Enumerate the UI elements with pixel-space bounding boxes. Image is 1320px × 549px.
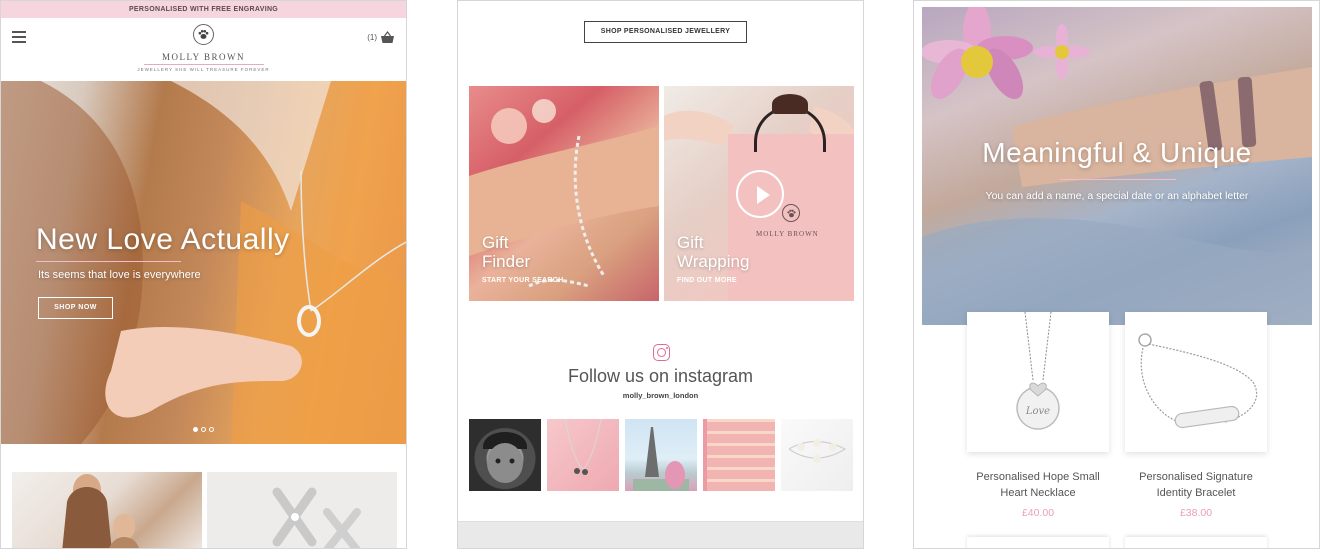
product-card-partial[interactable] (1125, 537, 1267, 548)
instagram-post-child-portrait[interactable] (469, 419, 541, 491)
mobile-screen-products: Meaningful & Unique You can add a name, … (913, 0, 1320, 549)
product-name-line1: Personalised Signature (1139, 471, 1253, 483)
carousel-dot[interactable] (201, 427, 206, 432)
instagram-icon[interactable] (653, 344, 670, 361)
bracelet-image (1138, 333, 1258, 429)
carousel-dots (193, 427, 214, 432)
bag-paw-logo-icon (782, 204, 800, 222)
product-name-line2: Identity Bracelet (1156, 487, 1236, 499)
hero-photo-woman-necklace (1, 81, 406, 444)
paw-logo-icon[interactable] (193, 24, 214, 45)
hero-divider (36, 261, 181, 262)
hero-title: New Love Actually (36, 223, 290, 256)
bag-brand-name: MOLLY BROWN (756, 230, 819, 238)
pendant-engraving: Love (1025, 406, 1050, 417)
menu-icon[interactable] (12, 31, 26, 43)
product-price: £38.00 (1179, 507, 1213, 519)
category-thumbnails (1, 444, 406, 548)
product-name: Personalised Signature Identity Bracelet (1125, 469, 1267, 501)
product-name-line2: Heart Necklace (1000, 487, 1076, 499)
photo-mother-daughter (62, 474, 139, 548)
product-card-partial[interactable] (967, 537, 1109, 548)
gift-wrapping-tile[interactable]: MOLLY BROWN Gift Wrapping FIND OUT MORE (664, 86, 854, 301)
mobile-screen-gifts: SHOP PERSONALISED JEWELLERY Gift Finder … (457, 0, 864, 549)
gift-wrapping-cta[interactable]: FIND OUT MORE (677, 277, 737, 284)
product-name: Personalised Hope Small Heart Necklace (967, 469, 1109, 501)
product-price: £40.00 (1021, 507, 1055, 519)
photo-pearl-bracelet (788, 439, 847, 463)
instagram-post-pink-necklace[interactable] (547, 419, 619, 491)
necklace-pendant-image: Love (1016, 312, 1060, 430)
shopping-basket-icon (381, 31, 394, 43)
product-image-heart-necklace[interactable]: Love (967, 312, 1109, 452)
photo-child-bw (483, 432, 527, 483)
gift-finder-title-line2: Finder (482, 252, 531, 271)
product-card[interactable]: Love Personalised Hope Small Heart Neckl… (967, 312, 1109, 519)
instagram-post-eiffel-tower[interactable] (625, 419, 697, 491)
category-tile-mother-daughter[interactable] (12, 472, 202, 548)
ribbon-bow (772, 94, 808, 114)
instagram-post-pearl-bracelet[interactable] (781, 419, 853, 491)
instagram-handle[interactable]: molly_brown_london (458, 391, 863, 400)
shop-now-button[interactable]: SHOP NOW (38, 297, 113, 319)
footer-bar (458, 521, 863, 548)
hero-divider (1060, 179, 1176, 180)
cart-count: (1) (367, 33, 377, 42)
hero-banner-meaningful[interactable]: Meaningful & Unique You can add a name, … (922, 7, 1312, 325)
shop-personalised-jewellery-button[interactable]: SHOP PERSONALISED JEWELLERY (584, 21, 747, 43)
category-tile-initial-earrings[interactable] (207, 472, 397, 548)
gift-wrapping-title-line1: Gift (677, 233, 704, 252)
gift-wrapping-title-line2: Wrapping (677, 252, 750, 271)
gift-finder-title-line1: Gift (482, 233, 509, 252)
mobile-screen-home: PERSONALISED WITH FREE ENGRAVING MOLLY B… (0, 0, 407, 549)
instagram-post-macarons[interactable] (703, 419, 775, 491)
photo-silver-x-earrings (272, 487, 361, 548)
photo-necklace-pink (564, 419, 602, 475)
gift-finder-cta[interactable]: START YOUR SEARCH (482, 277, 563, 284)
brand-tagline: JEWELLERY SHE WILL TREASURE FOREVER (137, 67, 270, 72)
photo-eiffel-tower (633, 427, 689, 491)
product-card[interactable]: Personalised Signature Identity Bracelet… (1125, 312, 1267, 519)
play-video-icon[interactable] (736, 170, 784, 218)
logo-divider (144, 64, 264, 65)
site-header: MOLLY BROWN JEWELLERY SHE WILL TREASURE … (1, 18, 406, 81)
hero-banner[interactable]: New Love Actually Its seems that love is… (1, 81, 406, 444)
carousel-dot[interactable] (209, 427, 214, 432)
hero-title: Meaningful & Unique (982, 137, 1252, 168)
cart-button[interactable]: (1) (367, 31, 395, 44)
gift-finder-tile[interactable]: Gift Finder START YOUR SEARCH (469, 86, 659, 301)
hero-subtitle: You can add a name, a special date or an… (985, 190, 1249, 202)
promo-banner: PERSONALISED WITH FREE ENGRAVING (1, 1, 406, 18)
hero-subtitle: Its seems that love is everywhere (38, 269, 201, 281)
product-name-line1: Personalised Hope Small (976, 471, 1100, 483)
carousel-dot[interactable] (193, 427, 198, 432)
product-image-identity-bracelet[interactable] (1125, 312, 1267, 452)
brand-name[interactable]: MOLLY BROWN (1, 52, 406, 62)
instagram-heading: Follow us on instagram (567, 366, 754, 386)
